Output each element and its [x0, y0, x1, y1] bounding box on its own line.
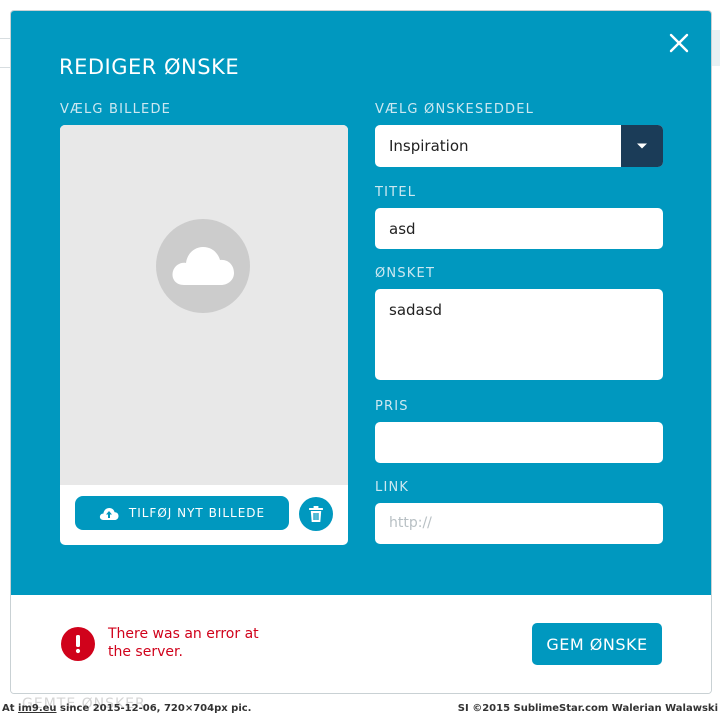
cloud-upload-icon	[99, 508, 119, 520]
caption-right: SI ©2015 SublimeStar.com Walerian Walaws…	[457, 703, 718, 714]
link-input-placeholder: http://	[389, 515, 432, 531]
background-input-edge	[0, 38, 10, 68]
close-icon	[669, 33, 689, 53]
price-field-label: PRIS	[375, 399, 409, 414]
modal-footer: There was an error at the server. GEM ØN…	[11, 595, 711, 693]
delete-image-button[interactable]	[299, 497, 333, 531]
image-card: TILFØJ NYT BILLEDE	[60, 125, 348, 545]
wishlist-label: VÆLG ØNSKESEDDEL	[375, 102, 535, 117]
image-preview[interactable]	[60, 125, 348, 485]
error-message: There was an error at the server.	[108, 626, 259, 660]
trash-icon	[309, 506, 323, 522]
caret-down-icon	[637, 143, 647, 149]
title-input[interactable]: asd	[375, 208, 663, 249]
modal-body: REDIGER ØNSKE VÆLG BILLEDE TILFØJ NYT BI…	[11, 11, 711, 595]
image-section-label: VÆLG BILLEDE	[60, 102, 172, 117]
cloud-icon	[172, 247, 234, 285]
wish-field-label: ØNSKET	[375, 266, 436, 281]
caption-left: At im9.eu since 2015-12-06, 720×704px pi…	[2, 703, 251, 714]
image-caption-bar: At im9.eu since 2015-12-06, 720×704px pi…	[0, 702, 720, 716]
caption-site-link[interactable]: im9.eu	[18, 703, 57, 714]
add-image-button[interactable]: TILFØJ NYT BILLEDE	[75, 496, 289, 530]
wish-textarea-value: sadasd	[389, 301, 443, 319]
title-input-value: asd	[389, 220, 416, 238]
edit-wish-modal: REDIGER ØNSKE VÆLG BILLEDE TILFØJ NYT BI…	[10, 10, 712, 694]
error-badge	[61, 627, 95, 661]
wishlist-select-toggle[interactable]	[621, 125, 663, 167]
caption-prefix: At	[2, 703, 19, 714]
price-input[interactable]	[375, 422, 663, 463]
wishlist-select[interactable]: Inspiration	[375, 125, 663, 167]
wish-textarea[interactable]: sadasd	[375, 289, 663, 380]
link-input[interactable]: http://	[375, 503, 663, 544]
title-field-label: TITEL	[375, 185, 417, 200]
save-wish-button[interactable]: GEM ØNSKE	[532, 623, 662, 665]
caption-suffix: since 2015-12-06, 720×704px pic.	[56, 703, 252, 714]
exclamation-icon	[75, 635, 81, 654]
add-image-button-label: TILFØJ NYT BILLEDE	[128, 506, 266, 520]
wishlist-select-value: Inspiration	[389, 137, 469, 155]
close-button[interactable]	[667, 31, 691, 55]
link-field-label: LINK	[375, 480, 410, 495]
image-placeholder	[156, 219, 250, 313]
modal-title: REDIGER ØNSKE	[59, 55, 240, 79]
